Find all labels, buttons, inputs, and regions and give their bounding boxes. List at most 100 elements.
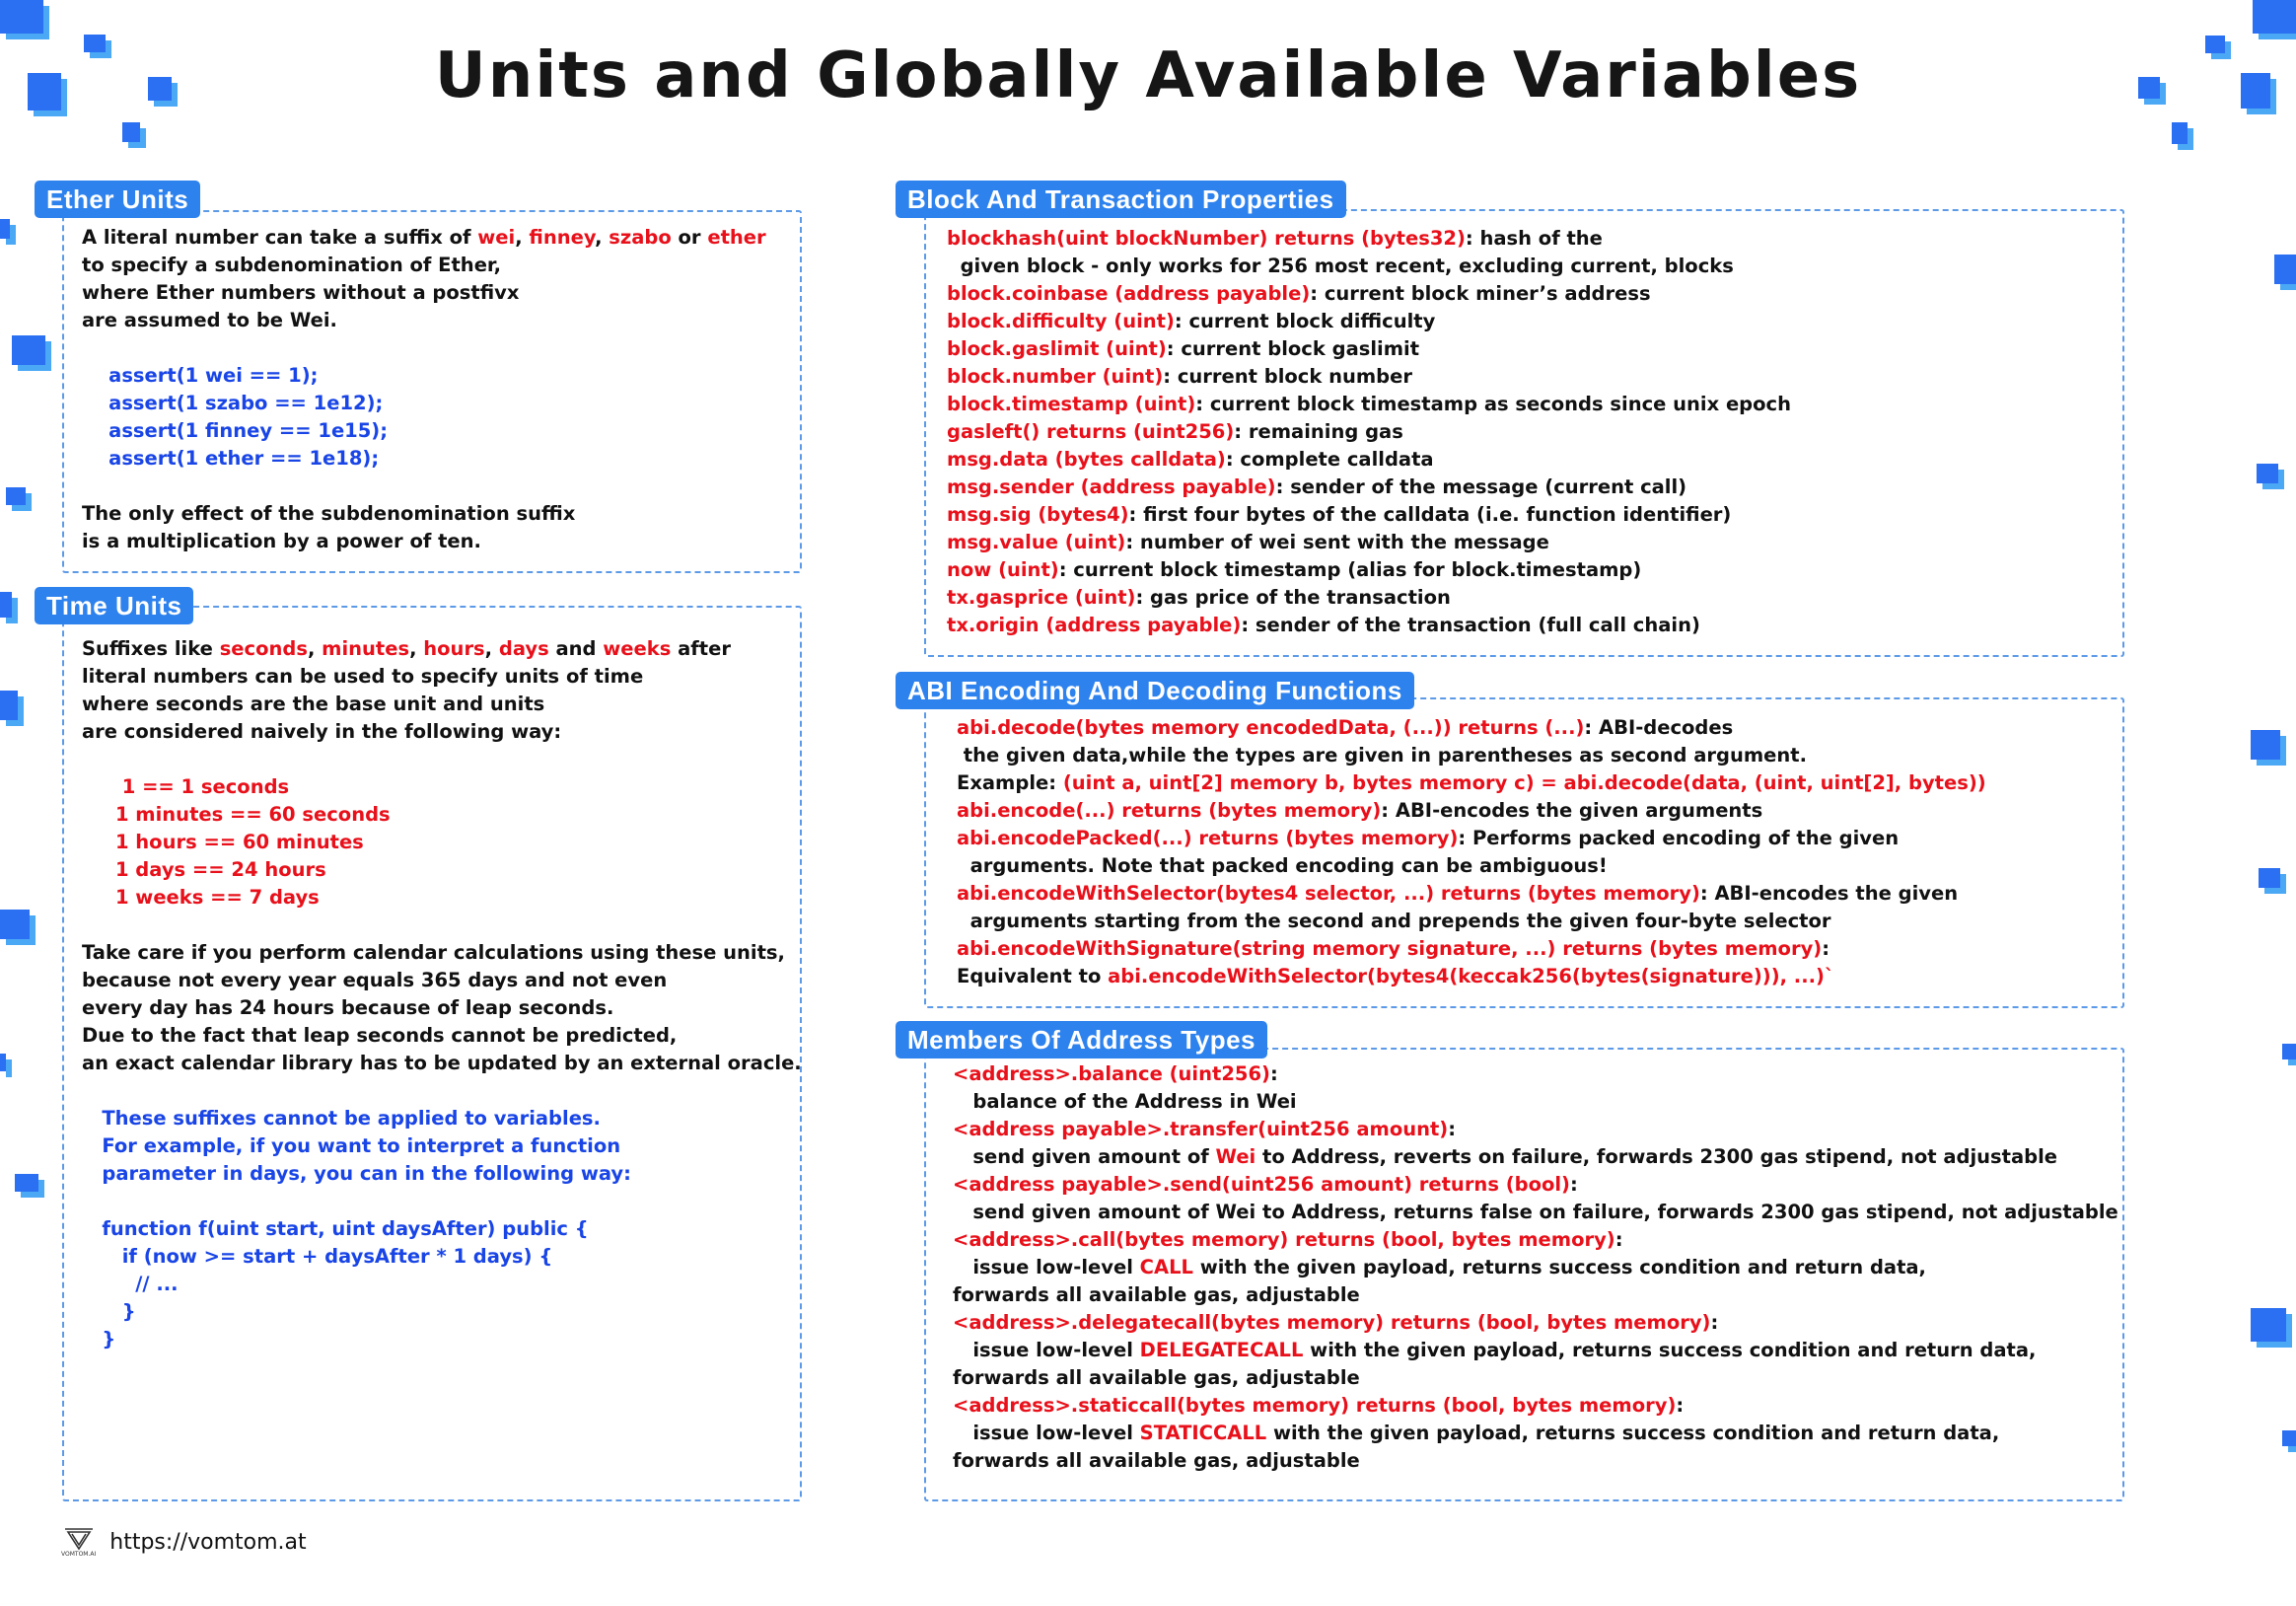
text-line — [82, 1077, 802, 1105]
highlighted-term: STATICCALL — [1139, 1422, 1267, 1444]
code-text: } — [82, 1300, 136, 1323]
decorative-square — [2251, 1308, 2286, 1342]
vomtom-logo-icon: VOMTOM.AI — [61, 1527, 96, 1558]
body-text: : Performs packed encoding of the given — [1458, 827, 1900, 849]
body-text: : current block miner’s address — [1310, 282, 1651, 305]
text-line: tx.origin (address payable): sender of t… — [947, 612, 1791, 639]
body-text: arguments. Note that packed encoding can… — [957, 854, 1608, 877]
text-line: if (now >= start + daysAfter * 1 days) { — [82, 1243, 802, 1271]
time-units-content: Suffixes like seconds, minutes, hours, d… — [82, 635, 802, 1353]
highlighted-term: hours — [423, 637, 485, 660]
body-text: : — [1569, 1173, 1578, 1196]
website-link[interactable]: https://vomtom.at — [109, 1530, 306, 1555]
highlighted-term: block.gaslimit (uint) — [947, 337, 1167, 360]
body-text: : current block timestamp as seconds sin… — [1195, 393, 1791, 415]
text-line: block.gaslimit (uint): current block gas… — [947, 335, 1791, 363]
body-text: to Address, reverts on failure, forwards… — [1256, 1145, 2057, 1168]
body-text: or — [671, 226, 708, 249]
text-line: Take care if you perform calendar calcul… — [82, 939, 802, 967]
highlighted-term: seconds — [219, 637, 308, 660]
text-line: the given data,while the types are given… — [957, 742, 1986, 769]
text-line: } — [82, 1326, 802, 1353]
highlighted-term: now (uint) — [947, 558, 1059, 581]
decorative-square — [2257, 464, 2278, 483]
body-text: A literal number can take a suffix of — [82, 226, 478, 249]
highlighted-term: ether — [707, 226, 766, 249]
highlighted-term: <address>.delegatecall(bytes memory) ret… — [953, 1311, 1711, 1334]
text-line: For example, if you want to interpret a … — [82, 1132, 802, 1160]
body-text: : number of wei sent with the message — [1125, 531, 1549, 553]
highlighted-term: msg.sig (bytes4) — [947, 503, 1129, 526]
body-text: : hash of the — [1465, 227, 1603, 250]
text-line: assert(1 wei == 1); — [82, 362, 766, 390]
text-line: where seconds are the base unit and unit… — [82, 691, 802, 718]
section-heading-block-tx: Block And Transaction Properties — [896, 181, 1346, 218]
highlighted-term: CALL — [1139, 1256, 1193, 1278]
text-line — [82, 1188, 802, 1215]
highlighted-term: 1 weeks == 7 days — [82, 886, 320, 909]
highlighted-term: msg.value (uint) — [947, 531, 1126, 553]
body-text: forwards all available gas, adjustable — [953, 1283, 1360, 1306]
text-line: Equivalent to abi.encodeWithSelector(byt… — [957, 963, 1986, 990]
body-text: is a multiplication by a power of ten. — [82, 530, 481, 552]
decorative-square — [2253, 0, 2296, 34]
body-text: issue low-level — [953, 1256, 1140, 1278]
section-heading-address-members: Members Of Address Types — [896, 1021, 1267, 1058]
ether-units-content: A literal number can take a suffix of we… — [82, 224, 766, 555]
highlighted-term: abi.encodePacked(...) returns (bytes mem… — [957, 827, 1459, 849]
text-line: issue low-level DELEGATECALL with the gi… — [953, 1337, 2118, 1364]
body-text: are assumed to be Wei. — [82, 309, 337, 331]
text-line: blockhash(uint blockNumber) returns (byt… — [947, 225, 1791, 253]
text-line: an exact calendar library has to be upda… — [82, 1050, 802, 1077]
code-text: if (now >= start + daysAfter * 1 days) { — [82, 1245, 553, 1268]
body-text: arguments starting from the second and p… — [957, 910, 1831, 932]
body-text: with the given payload, returns success … — [1266, 1422, 2000, 1444]
highlighted-term: abi.decode(bytes memory encodedData, (..… — [957, 716, 1585, 739]
highlighted-term: tx.gasprice (uint) — [947, 586, 1136, 609]
text-line: because not every year equals 365 days a… — [82, 967, 802, 994]
text-line: <address>.call(bytes memory) returns (bo… — [953, 1226, 2118, 1254]
text-line: A literal number can take a suffix of we… — [82, 224, 766, 252]
highlighted-term: 1 == 1 seconds — [82, 775, 290, 798]
text-line — [82, 912, 802, 939]
text-line: literal numbers can be used to specify u… — [82, 663, 802, 691]
body-text: and — [548, 637, 604, 660]
text-line: block.coinbase (address payable): curren… — [947, 280, 1791, 308]
body-text: , — [409, 637, 424, 660]
body-text: , — [307, 637, 323, 660]
highlighted-term: msg.sender (address payable) — [947, 475, 1276, 498]
decorative-square — [2274, 255, 2296, 284]
text-line: forwards all available gas, adjustable — [953, 1281, 2118, 1309]
body-text: to specify a subdenomination of Ether, — [82, 254, 502, 276]
text-line: msg.sender (address payable): sender of … — [947, 474, 1791, 501]
decorative-square — [6, 487, 26, 505]
highlighted-term: szabo — [609, 226, 672, 249]
code-text: For example, if you want to interpret a … — [82, 1134, 621, 1157]
body-text: every day has 24 hours because of leap s… — [82, 996, 614, 1019]
body-text: where Ether numbers without a postfivx — [82, 281, 520, 304]
highlighted-term: minutes — [322, 637, 410, 660]
highlighted-term: tx.origin (address payable) — [947, 614, 1242, 636]
text-line: 1 days == 24 hours — [82, 856, 802, 884]
highlighted-term: <address>.call(bytes memory) returns (bo… — [953, 1228, 1615, 1251]
decorative-square — [0, 0, 43, 34]
body-text: the given data,while the types are given… — [957, 744, 1808, 766]
body-text: with the given payload, returns success … — [1303, 1339, 2037, 1361]
body-text: Suffixes like — [82, 637, 220, 660]
body-text: issue low-level — [953, 1422, 1140, 1444]
code-text: function f(uint start, uint daysAfter) p… — [82, 1217, 589, 1240]
text-line — [82, 473, 766, 500]
body-text: given block - only works for 256 most re… — [947, 255, 1734, 277]
highlighted-term: abi.encode(...) returns (bytes memory) — [957, 799, 1382, 822]
highlighted-term: <address payable>.transfer(uint256 amoun… — [953, 1118, 1449, 1140]
body-text: : current block difficulty — [1174, 310, 1436, 332]
section-heading-time-units: Time Units — [35, 587, 194, 624]
decorative-square — [0, 592, 12, 618]
body-text: : — [1614, 1228, 1623, 1251]
text-line: forwards all available gas, adjustable — [953, 1364, 2118, 1392]
body-text: : — [1269, 1062, 1278, 1085]
text-line: balance of the Address in Wei — [953, 1088, 2118, 1116]
code-text: assert(1 szabo == 1e12); — [82, 392, 384, 414]
body-text: : — [1822, 937, 1830, 960]
decorative-square — [2172, 122, 2188, 144]
